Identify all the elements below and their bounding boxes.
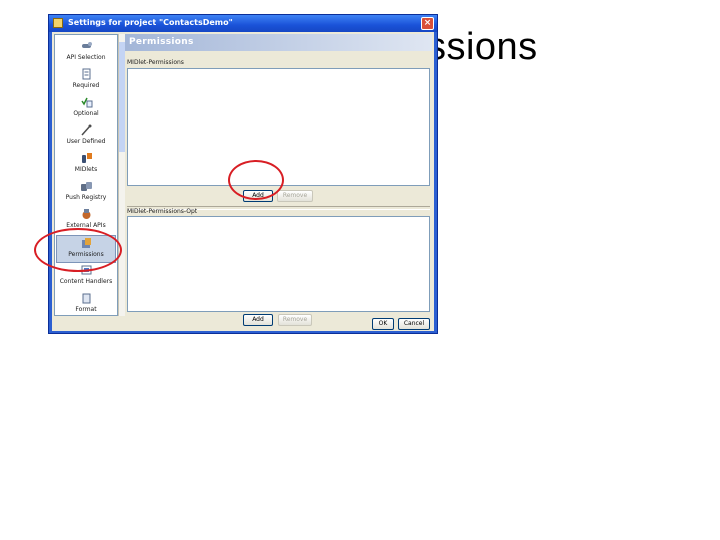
required-icon: [82, 68, 90, 80]
sidebar-item-required[interactable]: Required: [56, 67, 116, 95]
remove-permission-button[interactable]: Remove: [277, 190, 313, 202]
sidebar-item-label: Content Handlers: [59, 278, 113, 285]
sidebar-item-label: Optional: [73, 110, 99, 117]
sidebar-item-label: User Defined: [66, 138, 106, 145]
category-sidebar: API Selection Required Optional User Def…: [54, 34, 118, 316]
sidebar-item-label: Push Registry: [65, 194, 107, 201]
midlet-permissions-opt-list[interactable]: [127, 216, 430, 312]
external-apis-icon: [82, 209, 90, 219]
sidebar-item-midlets[interactable]: MIDlets: [56, 151, 116, 179]
add-optional-permission-button[interactable]: Add: [243, 314, 273, 326]
api-selection-icon: [81, 42, 92, 48]
window-titlebar[interactable]: Settings for project "ContactsDemo" ×: [49, 15, 437, 32]
ok-button[interactable]: OK: [372, 318, 394, 330]
window-title: Settings for project "ContactsDemo": [68, 18, 233, 27]
sidebar-item-format[interactable]: Format: [56, 291, 116, 315]
midlet-permissions-opt-label: MIDlet-Permissions-Opt: [127, 208, 198, 215]
sidebar-item-user-defined[interactable]: User Defined: [56, 123, 116, 151]
sidebar-scrollbar[interactable]: [118, 34, 125, 316]
sidebar-item-label: Format: [75, 306, 97, 313]
midlet-permissions-label: MIDlet-Permissions: [127, 59, 184, 66]
midlets-icon: [81, 153, 92, 163]
sidebar-item-label: MIDlets: [74, 166, 98, 173]
app-icon: [53, 18, 63, 28]
sidebar-item-label: API Selection: [66, 54, 106, 61]
optional-icon: [80, 97, 92, 108]
format-icon: [82, 293, 90, 304]
sidebar-item-label: Required: [72, 82, 100, 89]
cancel-button[interactable]: Cancel: [398, 318, 430, 330]
panel-header: Permissions: [125, 34, 432, 51]
sidebar-item-optional[interactable]: Optional: [56, 95, 116, 123]
permissions-item-highlight: [34, 228, 122, 272]
add-button-highlight: [228, 160, 284, 200]
sidebar-item-push-registry[interactable]: Push Registry: [56, 179, 116, 207]
close-button[interactable]: ×: [421, 17, 434, 30]
push-registry-icon: [80, 182, 92, 191]
sidebar-item-api-selection[interactable]: API Selection: [56, 39, 116, 67]
panel-title: Permissions: [129, 37, 194, 47]
user-defined-icon: [80, 124, 91, 136]
remove-optional-permission-button[interactable]: Remove: [278, 314, 312, 326]
